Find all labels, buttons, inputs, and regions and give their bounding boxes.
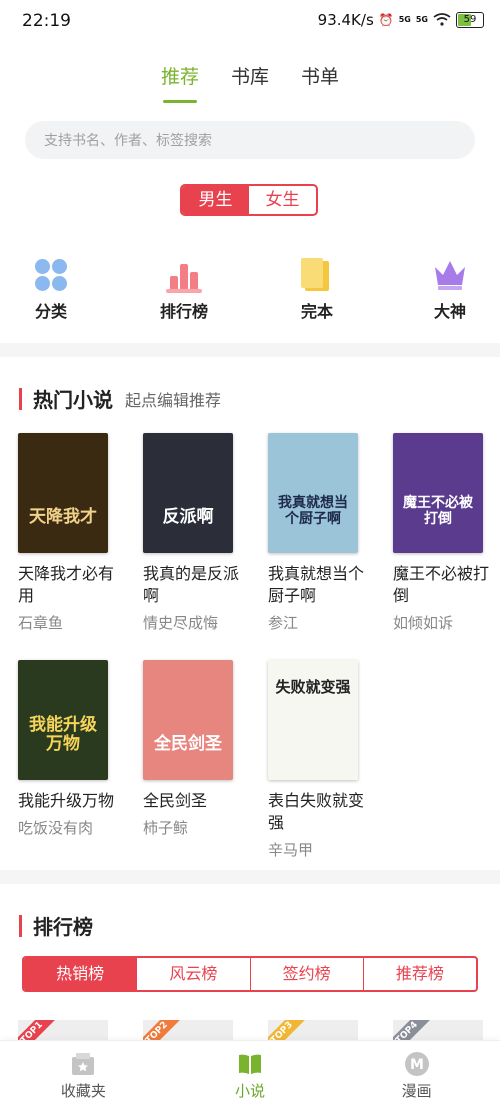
tab-booklist[interactable]: 书单 — [301, 62, 339, 103]
network-speed: 93.4K/s — [317, 11, 374, 29]
ranking-bars-icon — [166, 257, 202, 293]
book-card[interactable]: 天降我才 天降我才必有用 石章鱼 — [18, 433, 128, 633]
cover-title: 失败就变强 — [275, 678, 351, 696]
shortcut-label: 分类 — [34, 302, 67, 321]
svg-text:M: M — [410, 1057, 424, 1073]
cover-title: 天降我才 — [29, 507, 97, 527]
signal-1-icon: 5G — [398, 15, 411, 24]
ranking-heading: 排行榜 — [19, 911, 93, 940]
search-bar[interactable] — [25, 121, 475, 161]
book-card[interactable]: 魔王不必被打倒 魔王不必被打倒 如倾如诉 — [393, 433, 500, 633]
rank-tab-recommended[interactable]: 推荐榜 — [362, 958, 476, 990]
book-title[interactable]: 天降我才必有用 — [18, 563, 118, 607]
shortcut-label: 完本 — [300, 302, 333, 321]
book-card[interactable]: 反派啊 我真的是反派啊 情史尽成悔 — [143, 433, 253, 633]
finished-book-icon — [299, 257, 335, 293]
nav-comics[interactable]: M 漫画 — [333, 1041, 500, 1112]
shortcut-label: 排行榜 — [159, 302, 208, 321]
nav-novels[interactable]: 小说 — [167, 1041, 334, 1112]
rank-tab-hot-sales[interactable]: 热销榜 — [24, 958, 137, 990]
rank-tab-trending[interactable]: 风云榜 — [136, 958, 249, 990]
book-author: 吃饭没有肉 — [18, 819, 94, 837]
book-title[interactable]: 全民剑圣 — [143, 790, 243, 812]
ranking-title: 排行榜 — [33, 915, 93, 939]
ranking-tabs: 热销榜 风云榜 签约榜 推荐榜 — [22, 956, 478, 992]
nav-label: 漫画 — [401, 1082, 432, 1100]
cover-title: 魔王不必被打倒 — [403, 495, 473, 527]
cover-title: 我真就想当个厨子啊 — [278, 495, 348, 527]
heading-accent-bar — [19, 914, 22, 937]
book-cover[interactable]: 反派啊 — [143, 433, 233, 553]
book-title[interactable]: 魔王不必被打倒 — [393, 563, 493, 607]
crown-icon — [432, 257, 468, 293]
tab-library[interactable]: 书库 — [231, 62, 269, 103]
category-dots-icon — [33, 257, 69, 293]
nav-label: 小说 — [235, 1082, 266, 1100]
battery-icon: 59 — [456, 12, 484, 28]
cover-title: 全民剑圣 — [154, 734, 222, 754]
book-title[interactable]: 我能升级万物 — [18, 790, 118, 812]
gender-toggle: 男生 女生 — [180, 184, 318, 216]
section-divider — [0, 343, 500, 357]
book-author: 情史尽成悔 — [143, 614, 219, 632]
shortcut-label: 大神 — [433, 302, 466, 321]
hot-novels-title: 热门小说 — [33, 388, 113, 412]
book-cover[interactable]: 全民剑圣 — [143, 660, 233, 780]
hot-novels-subtitle: 起点编辑推荐 — [125, 390, 222, 410]
comic-m-icon: M — [404, 1051, 430, 1077]
signal-2-icon: 5G — [415, 15, 428, 24]
battery-level: 59 — [463, 14, 477, 25]
shortcut-master[interactable]: 大神 — [410, 257, 490, 322]
hot-novels-heading: 热门小说 起点编辑推荐 — [19, 384, 221, 413]
tab-recommend[interactable]: 推荐 — [161, 62, 199, 103]
wifi-icon — [433, 12, 451, 28]
book-author: 石章鱼 — [18, 614, 64, 632]
cover-title: 我能升级万物 — [29, 715, 97, 754]
cover-title: 反派啊 — [162, 507, 214, 527]
book-author: 参江 — [268, 614, 299, 632]
book-title[interactable]: 我真的是反派啊 — [143, 563, 243, 607]
status-time: 22:19 — [22, 11, 71, 31]
shortcut-category[interactable]: 分类 — [11, 257, 91, 322]
section-divider — [0, 870, 500, 884]
book-title[interactable]: 表白失败就变强 — [268, 790, 368, 834]
book-card[interactable]: 我能升级万物 我能升级万物 吃饭没有肉 — [18, 660, 128, 838]
shortcut-row: 分类 排行榜 完本 大神 — [0, 257, 500, 327]
book-card[interactable]: 我真就想当个厨子啊 我真就想当个厨子啊 参江 — [268, 433, 378, 633]
rank-tab-signed[interactable]: 签约榜 — [249, 958, 363, 990]
book-cover[interactable]: 失败就变强 — [268, 660, 358, 780]
bottom-nav: 收藏夹 小说 M 漫画 — [0, 1040, 500, 1112]
heading-accent-bar — [19, 387, 22, 410]
nav-label: 收藏夹 — [60, 1082, 106, 1100]
book-author: 柿子鲸 — [143, 819, 189, 837]
book-cover[interactable]: 我真就想当个厨子啊 — [268, 433, 358, 553]
book-cover[interactable]: 我能升级万物 — [18, 660, 108, 780]
gender-female-button[interactable]: 女生 — [249, 186, 316, 214]
nav-favorites[interactable]: 收藏夹 — [0, 1041, 167, 1112]
book-cover[interactable]: 天降我才 — [18, 433, 108, 553]
search-input[interactable] — [25, 121, 446, 161]
status-icons: 93.4K/s ⏰ 5G 5G 59 — [318, 11, 484, 29]
book-author: 如倾如诉 — [393, 614, 454, 632]
top-tabs: 推荐 书库 书单 — [0, 62, 500, 103]
book-title[interactable]: 我真就想当个厨子啊 — [268, 563, 368, 607]
book-card[interactable]: 全民剑圣 全民剑圣 柿子鲸 — [143, 660, 253, 838]
gender-male-button[interactable]: 男生 — [182, 186, 249, 214]
bookshelf-icon — [70, 1051, 96, 1077]
shortcut-ranking[interactable]: 排行榜 — [144, 257, 224, 322]
status-bar: 22:19 93.4K/s ⏰ 5G 5G 59 — [0, 0, 500, 40]
alarm-icon: ⏰ — [378, 13, 394, 27]
shortcut-finished[interactable]: 完本 — [277, 257, 357, 322]
book-cover[interactable]: 魔王不必被打倒 — [393, 433, 483, 553]
open-book-icon — [237, 1051, 263, 1077]
book-author: 辛马甲 — [268, 841, 314, 859]
book-card[interactable]: 失败就变强 表白失败就变强 辛马甲 — [268, 660, 378, 860]
